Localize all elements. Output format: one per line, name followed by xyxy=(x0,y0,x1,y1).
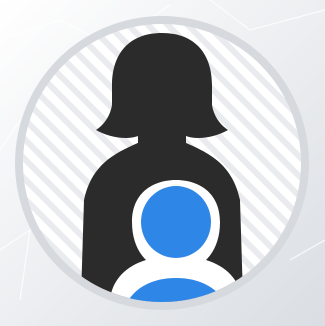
mother-child-icon xyxy=(0,0,325,326)
mother-child-avatar xyxy=(0,0,325,326)
